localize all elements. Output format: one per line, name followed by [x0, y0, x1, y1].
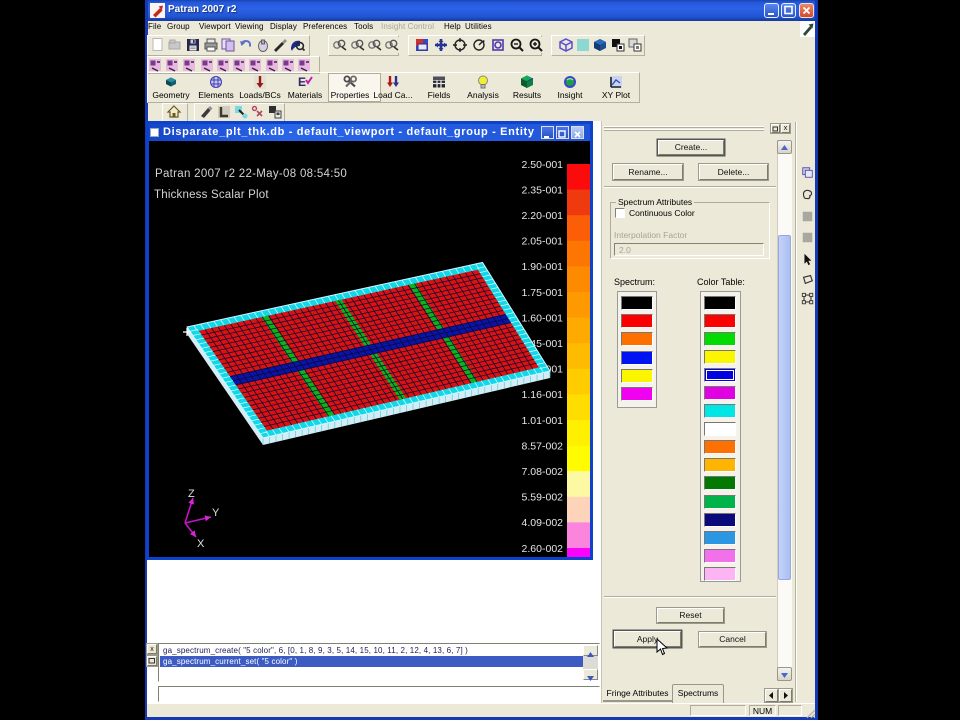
svg-text:4.09-002: 4.09-002	[522, 517, 564, 529]
svg-text:1.16-001: 1.16-001	[522, 389, 564, 401]
svg-text:Z: Z	[188, 488, 195, 500]
svg-text:2.60-002: 2.60-002	[522, 543, 564, 555]
svg-text:Patran 2007 r2 22-May-08 08:54: Patran 2007 r2 22-May-08 08:54:50	[155, 168, 347, 180]
svg-text:2.05-001: 2.05-001	[522, 236, 564, 248]
svg-text:2.20-001: 2.20-001	[522, 210, 564, 222]
svg-text:7.08-002: 7.08-002	[522, 466, 564, 478]
svg-text:1.01-001: 1.01-001	[522, 415, 564, 427]
svg-text:Y: Y	[212, 507, 220, 519]
svg-text:X: X	[197, 538, 205, 550]
svg-text:1.60-001: 1.60-001	[522, 312, 564, 324]
svg-text:5.59-002: 5.59-002	[522, 492, 564, 504]
svg-text:2.50-001: 2.50-001	[522, 159, 564, 171]
svg-text:2.35-001: 2.35-001	[522, 184, 564, 196]
svg-text:E: E	[298, 75, 306, 89]
svg-text:1.90-001: 1.90-001	[522, 261, 564, 273]
svg-text:1.75-001: 1.75-001	[522, 287, 564, 299]
svg-text:Thickness Scalar Plot: Thickness Scalar Plot	[154, 189, 269, 201]
svg-text:8.57-002: 8.57-002	[522, 440, 564, 452]
